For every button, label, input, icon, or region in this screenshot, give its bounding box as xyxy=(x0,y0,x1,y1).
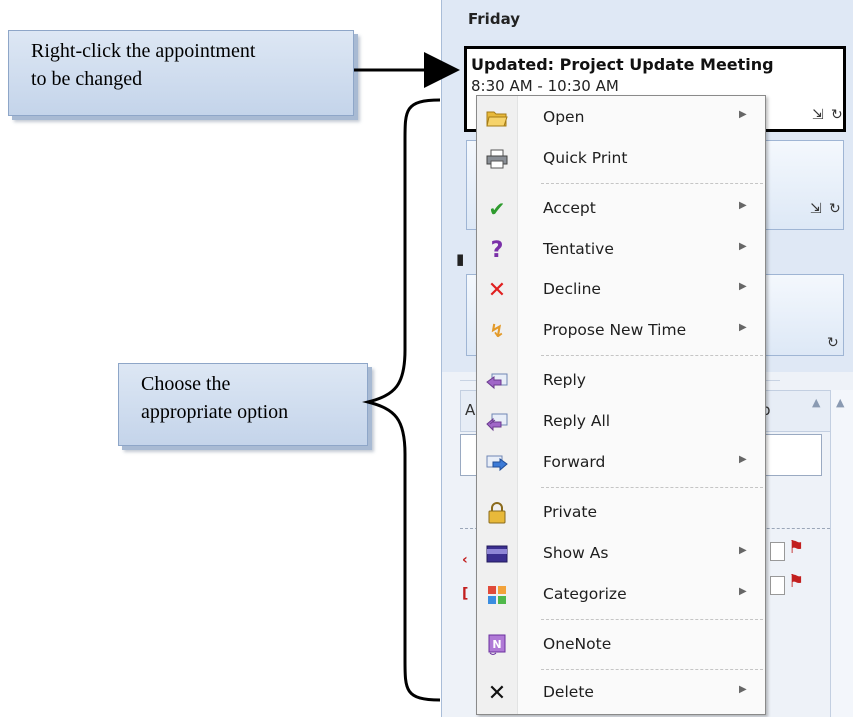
menu-item-label: Open xyxy=(543,108,585,126)
menu-item-propose-new-time[interactable]: ↯ Propose New Time ▶ xyxy=(477,312,765,350)
menu-separator xyxy=(541,487,763,488)
menu-item-label: Quick Print xyxy=(543,149,628,167)
forward-icon xyxy=(485,451,509,475)
menu-item-label: Private xyxy=(543,503,598,521)
reply-all-icon xyxy=(485,410,509,434)
submenu-arrow-icon: ▶ xyxy=(739,322,747,333)
task-marker: [ xyxy=(462,586,469,602)
menu-item-decline[interactable]: ✕ Decline ▶ xyxy=(477,271,765,309)
menu-item-label: OneNote xyxy=(543,635,612,653)
printer-icon xyxy=(485,147,509,171)
propose-time-icon: ↯ xyxy=(489,320,505,342)
menu-item-private[interactable]: Private xyxy=(477,494,765,532)
show-as-icon xyxy=(485,542,509,566)
menu-separator xyxy=(541,669,763,670)
menu-item-label: Decline xyxy=(543,280,601,298)
menu-separator xyxy=(541,619,763,620)
context-menu: Open ▶ Quick Print ✔ Accept ▶ ? Tentativ… xyxy=(476,95,766,715)
submenu-arrow-icon: ▶ xyxy=(739,200,747,211)
column-header-left: A xyxy=(465,401,476,419)
menu-item-categorize[interactable]: Categorize ▶ xyxy=(477,576,765,614)
meeting-icon: ⇲ xyxy=(810,201,822,217)
submenu-arrow-icon: ▶ xyxy=(739,586,747,597)
recurrence-icon: ↻ xyxy=(827,335,839,351)
lock-icon xyxy=(485,501,509,525)
menu-item-show-as[interactable]: Show As ▶ xyxy=(477,535,765,573)
collapse-icon[interactable]: ▲ xyxy=(812,396,820,409)
flag-icon[interactable]: ⚑ xyxy=(788,571,804,592)
callout-line-2: appropriate option xyxy=(141,401,289,423)
meeting-icon: ⇲ xyxy=(812,107,824,123)
menu-item-label: Accept xyxy=(543,199,596,217)
menu-item-forward[interactable]: Forward ▶ xyxy=(477,444,765,482)
callout-line-2: to be changed xyxy=(31,68,143,90)
menu-item-label: Propose New Time xyxy=(543,321,687,339)
menu-item-label: Forward xyxy=(543,453,606,471)
submenu-arrow-icon: ▶ xyxy=(739,109,747,120)
callout-choose-option: Choose the appropriate option xyxy=(118,363,368,446)
callout-line-1: Right-click the appointment xyxy=(31,40,256,62)
menu-item-tentative[interactable]: ? Tentative ▶ xyxy=(477,231,765,269)
menu-separator xyxy=(541,355,763,356)
menu-item-quick-print[interactable]: Quick Print xyxy=(477,140,765,178)
svg-text:N: N xyxy=(492,638,501,651)
scroll-up-icon[interactable]: ▲ xyxy=(836,396,844,409)
day-heading: Friday xyxy=(468,10,521,28)
submenu-arrow-icon: ▶ xyxy=(739,454,747,465)
recurrence-icon: ↻ xyxy=(831,107,843,123)
appointment-time: 8:30 AM - 10:30 AM xyxy=(471,77,619,95)
categorize-icon xyxy=(485,583,509,607)
submenu-arrow-icon: ▶ xyxy=(739,684,747,695)
scrollbar[interactable]: ▲ xyxy=(830,390,853,717)
task-checkbox[interactable] xyxy=(770,576,785,595)
delete-x-icon: ✕ xyxy=(487,680,507,706)
menu-item-reply-all[interactable]: Reply All xyxy=(477,403,765,441)
menu-item-delete[interactable]: ✕ Delete ▶ xyxy=(477,674,765,712)
recurrence-icon: ↻ xyxy=(829,201,841,217)
appointment-title: Updated: Project Update Meeting xyxy=(471,55,774,74)
submenu-arrow-icon: ▶ xyxy=(739,241,747,252)
callout-right-click: Right-click the appointment to be change… xyxy=(8,30,354,116)
red-x-icon: ✕ xyxy=(487,277,507,303)
curly-bracket xyxy=(362,98,441,702)
menu-item-label: Tentative xyxy=(543,240,614,258)
open-folder-icon xyxy=(485,106,509,130)
submenu-arrow-icon: ▶ xyxy=(739,545,747,556)
submenu-arrow-icon: ▶ xyxy=(739,281,747,292)
menu-item-label: Categorize xyxy=(543,585,627,603)
task-checkbox[interactable] xyxy=(770,542,785,561)
reply-icon xyxy=(485,369,509,393)
menu-item-onenote[interactable]: N OneNote xyxy=(477,626,765,664)
callout-line-1: Choose the xyxy=(141,373,231,395)
flag-icon[interactable]: ⚑ xyxy=(788,537,804,558)
checkmark-icon: ✔ xyxy=(488,197,506,221)
menu-item-label: Reply All xyxy=(543,412,611,430)
task-marker: ‹ xyxy=(462,552,468,568)
onenote-icon: N xyxy=(485,633,509,657)
menu-item-label: Delete xyxy=(543,683,594,701)
menu-item-label: Show As xyxy=(543,544,609,562)
question-mark-icon: ? xyxy=(490,237,504,263)
partial-heading: ▮ xyxy=(456,250,465,268)
menu-separator xyxy=(541,183,763,184)
menu-item-label: Reply xyxy=(543,371,586,389)
menu-item-accept[interactable]: ✔ Accept ▶ xyxy=(477,190,765,228)
menu-item-open[interactable]: Open ▶ xyxy=(477,99,765,137)
menu-item-reply[interactable]: Reply xyxy=(477,362,765,400)
